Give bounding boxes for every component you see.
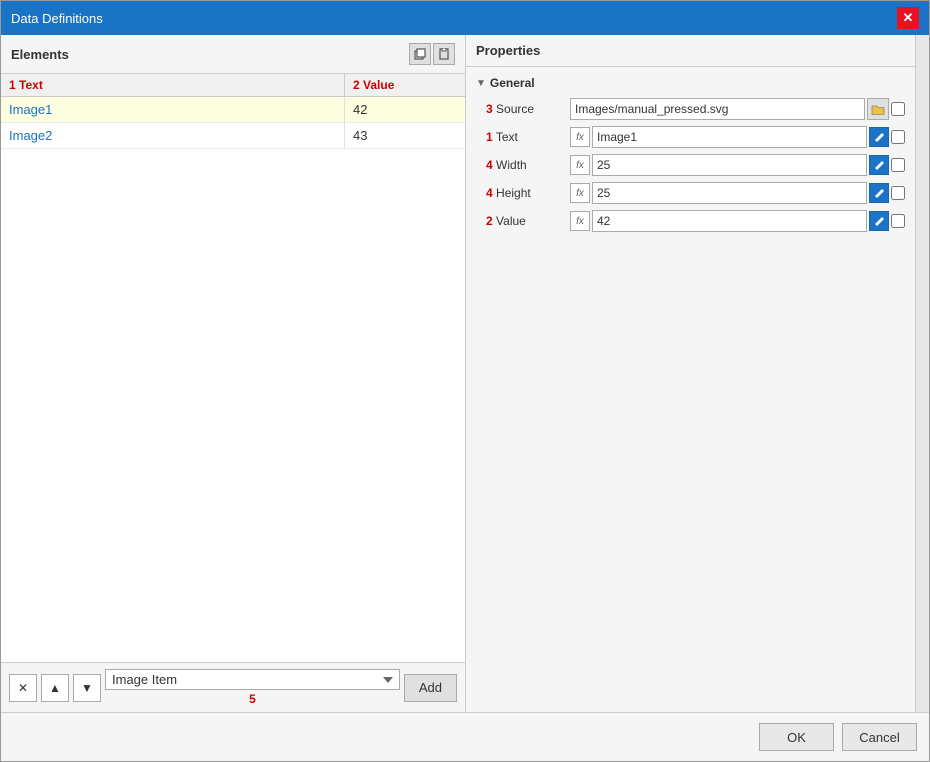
- height-value-area: fx: [570, 182, 905, 204]
- height-checkbox[interactable]: [891, 186, 905, 200]
- text-input[interactable]: [592, 126, 867, 148]
- prop-row-width: 4 Width fx: [470, 151, 911, 179]
- source-input[interactable]: [570, 98, 865, 120]
- delete-button[interactable]: ✕: [9, 674, 37, 702]
- col-text-header: 1 Text: [1, 74, 345, 96]
- folder-icon: [871, 104, 885, 115]
- table-row[interactable]: Image1 42: [1, 97, 465, 123]
- source-value-area: [570, 98, 905, 120]
- prop-row-text: 1 Text fx: [470, 123, 911, 151]
- step5-label: 5: [105, 690, 400, 706]
- cancel-button[interactable]: Cancel: [842, 723, 917, 751]
- properties-header: Properties: [466, 35, 915, 67]
- dialog-footer: OK Cancel: [1, 712, 929, 761]
- general-label: General: [490, 76, 535, 90]
- prop-row-value: 2 Value fx: [470, 207, 911, 235]
- row-value: 43: [345, 123, 465, 148]
- text-value-area: fx: [570, 126, 905, 148]
- table-row[interactable]: Image2 43: [1, 123, 465, 149]
- table-header: 1 Text 2 Value: [1, 74, 465, 97]
- fx-icon-text[interactable]: fx: [570, 127, 590, 147]
- section-arrow: ▼: [476, 78, 486, 89]
- edit-icon-value[interactable]: [869, 211, 889, 231]
- ok-button[interactable]: OK: [759, 723, 834, 751]
- width-checkbox[interactable]: [891, 158, 905, 172]
- edit-icon-text[interactable]: [869, 127, 889, 147]
- fx-icon-value[interactable]: fx: [570, 211, 590, 231]
- header-buttons: [409, 43, 455, 65]
- dialog: Data Definitions ✕ Elements: [0, 0, 930, 762]
- col-value-header: 2 Value: [345, 74, 465, 96]
- elements-title: Elements: [11, 47, 69, 62]
- edit-svg: [874, 132, 885, 143]
- item-type-dropdown[interactable]: Image Item Text Item Value Item: [105, 669, 400, 690]
- move-down-button[interactable]: ▼: [73, 674, 101, 702]
- row-text: Image1: [1, 97, 345, 122]
- add-button[interactable]: Add: [404, 674, 457, 702]
- header-btn-1[interactable]: [409, 43, 431, 65]
- elements-header: Elements: [1, 35, 465, 74]
- title-bar: Data Definitions ✕: [1, 1, 929, 35]
- dialog-title: Data Definitions: [11, 11, 103, 26]
- value-value-area: fx: [570, 210, 905, 232]
- left-footer: ✕ ▲ ▼ Image Item Text Item Value Item 5 …: [1, 662, 465, 712]
- source-folder-button[interactable]: [867, 98, 889, 120]
- right-panel: Properties ▼ General 3 Source: [466, 35, 915, 712]
- edit-svg: [874, 216, 885, 227]
- copy-icon: [414, 48, 426, 60]
- edit-icon-width[interactable]: [869, 155, 889, 175]
- prop-row-source: 3 Source: [470, 95, 911, 123]
- source-label: 3 Source: [486, 102, 566, 116]
- left-panel: Elements: [1, 35, 466, 712]
- text-label: 1 Text: [486, 130, 566, 144]
- value-checkbox[interactable]: [891, 214, 905, 228]
- general-section-header: ▼ General: [470, 73, 911, 93]
- properties-body: ▼ General 3 Source: [466, 67, 915, 712]
- elements-table: Image1 42 Image2 43: [1, 97, 465, 662]
- edit-svg: [874, 188, 885, 199]
- source-checkbox[interactable]: [891, 102, 905, 116]
- main-content: Elements: [1, 35, 929, 712]
- width-value-area: fx: [570, 154, 905, 176]
- edit-icon-height[interactable]: [869, 183, 889, 203]
- text-checkbox[interactable]: [891, 130, 905, 144]
- close-button[interactable]: ✕: [897, 7, 919, 29]
- row-value: 42: [345, 97, 465, 122]
- header-btn-2[interactable]: [433, 43, 455, 65]
- edit-svg: [874, 160, 885, 171]
- fx-icon-width[interactable]: fx: [570, 155, 590, 175]
- move-up-button[interactable]: ▲: [41, 674, 69, 702]
- height-input[interactable]: [592, 182, 867, 204]
- right-content: Properties ▼ General 3 Source: [466, 35, 929, 712]
- right-scrollbar[interactable]: [915, 35, 929, 712]
- value-label: 2 Value: [486, 214, 566, 228]
- height-label: 4 Height: [486, 186, 566, 200]
- fx-icon-height[interactable]: fx: [570, 183, 590, 203]
- width-label: 4 Width: [486, 158, 566, 172]
- width-input[interactable]: [592, 154, 867, 176]
- prop-row-height: 4 Height fx: [470, 179, 911, 207]
- paste-icon: [438, 48, 450, 60]
- value-input[interactable]: [592, 210, 867, 232]
- row-text: Image2: [1, 123, 345, 148]
